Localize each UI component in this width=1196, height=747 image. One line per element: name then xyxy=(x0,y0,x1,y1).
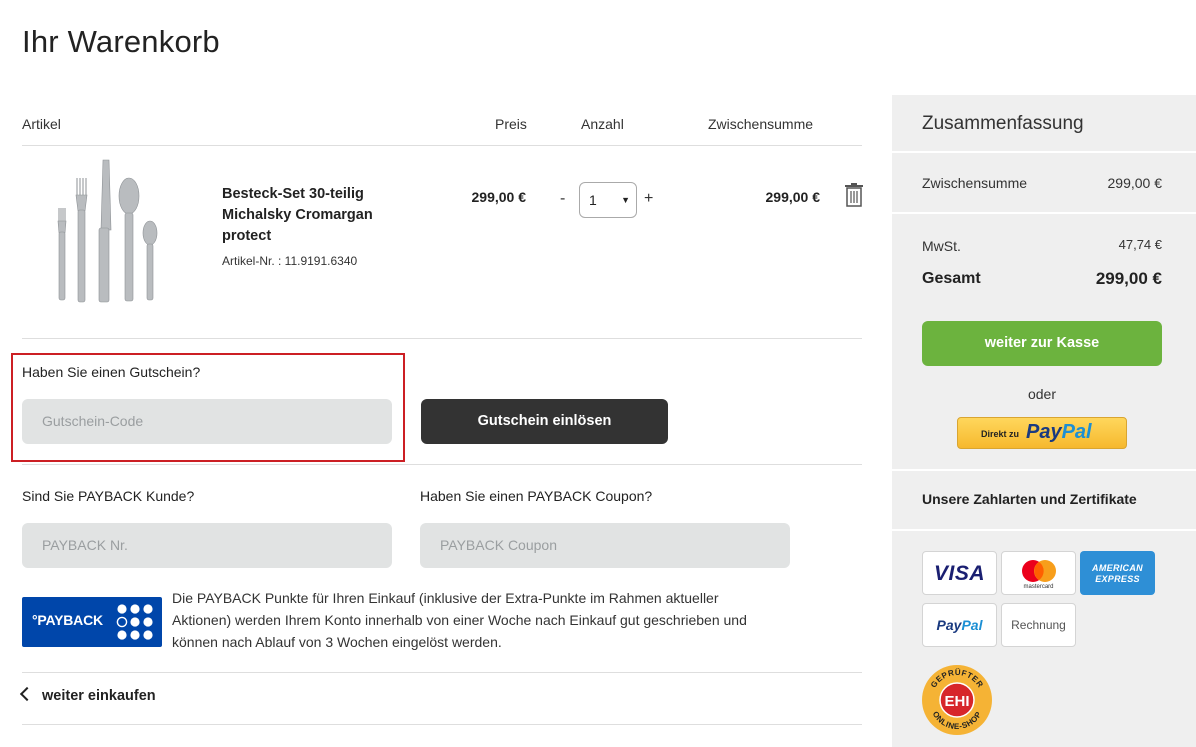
continue-shopping-link[interactable]: weiter einkaufen xyxy=(19,686,156,704)
summary-total-label: Gesamt xyxy=(922,270,981,287)
page-title: Ihr Warenkorb xyxy=(22,24,220,59)
divider xyxy=(892,212,1196,214)
payback-number-input[interactable]: PAYBACK Nr. xyxy=(22,523,392,568)
column-header-price: Preis xyxy=(495,116,527,132)
product-name[interactable]: Besteck-Set 30-teilig Michalsky Cromarga… xyxy=(222,184,412,247)
summary-tax-label: MwSt. xyxy=(922,238,961,254)
visa-logo: VISA xyxy=(922,551,997,595)
invoice-payment-logo: Rechnung xyxy=(1001,603,1076,647)
payback-coupon-question: Haben Sie einen PAYBACK Coupon? xyxy=(420,488,653,504)
dropdown-arrow-icon: ▼ xyxy=(621,195,630,205)
divider xyxy=(892,529,1196,531)
quantity-select[interactable]: 1 ▼ xyxy=(579,182,637,218)
payback-logo-text: °PAYBACK xyxy=(32,612,103,628)
item-subtotal: 299,00 € xyxy=(765,189,821,205)
chevron-left-icon xyxy=(19,686,35,702)
divider xyxy=(22,672,862,673)
payments-title: Unsere Zahlarten und Zertifikate xyxy=(922,491,1137,507)
voucher-code-input[interactable]: Gutschein-Code xyxy=(22,399,392,444)
quantity-decrease-button[interactable]: - xyxy=(560,190,565,208)
summary-title: Zusammenfassung xyxy=(922,113,1084,134)
divider xyxy=(892,469,1196,471)
summary-total-value: 299,00 € xyxy=(1095,269,1162,288)
redeem-voucher-button[interactable]: Gutschein einlösen xyxy=(421,399,668,444)
voucher-question: Haben Sie einen Gutschein? xyxy=(22,364,201,380)
product-image[interactable] xyxy=(30,158,182,306)
continue-shopping-label: weiter einkaufen xyxy=(42,688,156,704)
paypal-prefix: Direkt zu xyxy=(981,429,1020,439)
quantity-increase-button[interactable]: + xyxy=(644,190,653,208)
checkout-button[interactable]: weiter zur Kasse xyxy=(922,321,1162,366)
quantity-value: 1 xyxy=(589,192,597,208)
column-header-quantity: Anzahl xyxy=(581,116,624,132)
divider xyxy=(22,724,862,725)
summary-tax-value: 47,74 € xyxy=(1118,237,1162,252)
column-header-subtotal: Zwischensumme xyxy=(708,116,814,132)
payback-coupon-input[interactable]: PAYBACK Coupon xyxy=(420,523,790,568)
payback-customer-question: Sind Sie PAYBACK Kunde? xyxy=(22,488,195,504)
payback-dots-icon xyxy=(116,604,153,640)
ehi-certificate-seal[interactable]: EHI GEPRÜFTER ONLINE-SHOP xyxy=(921,664,993,736)
divider xyxy=(22,145,862,146)
paypal-logo: PayPal xyxy=(1026,421,1092,443)
mastercard-logo: mastercard xyxy=(1001,551,1076,595)
paypal-payment-logo: PayPal xyxy=(922,603,997,647)
amex-logo: AMERICAN EXPRESS xyxy=(1080,551,1155,595)
paypal-express-button[interactable]: Direkt zu PayPal xyxy=(957,417,1127,449)
column-header-article: Artikel xyxy=(22,116,61,132)
payback-logo: °PAYBACK xyxy=(22,597,162,647)
divider xyxy=(22,338,862,339)
item-price: 299,00 € xyxy=(471,189,527,205)
mastercard-icon xyxy=(1022,560,1056,582)
trash-icon[interactable] xyxy=(844,183,864,207)
svg-text:EHI: EHI xyxy=(944,693,969,710)
divider xyxy=(22,464,862,465)
summary-subtotal-label: Zwischensumme xyxy=(922,175,1028,191)
summary-subtotal-value: 299,00 € xyxy=(1107,175,1163,191)
payback-info-text: Die PAYBACK Punkte für Ihren Einkauf (in… xyxy=(172,590,747,650)
or-text: oder xyxy=(1027,386,1057,402)
divider xyxy=(892,151,1196,153)
product-sku: Artikel-Nr. : 11.9191.6340 xyxy=(222,254,358,268)
